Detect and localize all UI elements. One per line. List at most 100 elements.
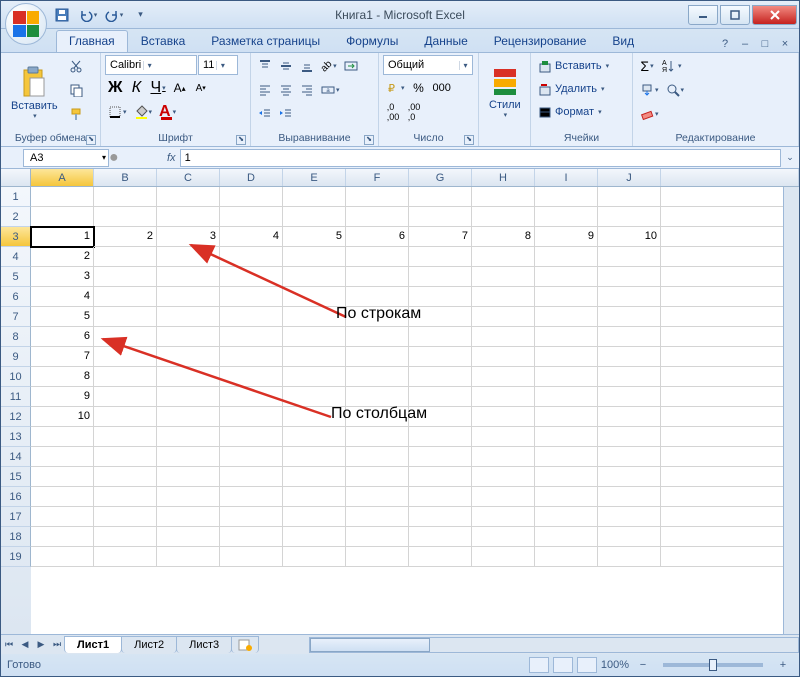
view-page-break-button[interactable] (577, 657, 597, 673)
cell-B14[interactable] (94, 447, 157, 467)
row-header-13[interactable]: 13 (1, 427, 31, 447)
cell-D8[interactable] (220, 327, 283, 347)
copy-button[interactable] (66, 79, 86, 101)
cell-H14[interactable] (472, 447, 535, 467)
cell-G11[interactable] (409, 387, 472, 407)
cell-extra-16[interactable] (661, 487, 799, 507)
cell-I2[interactable] (535, 207, 598, 227)
cell-C8[interactable] (157, 327, 220, 347)
decrease-indent-button[interactable] (255, 103, 275, 125)
row-header-3[interactable]: 3 (1, 227, 31, 247)
shrink-font-button[interactable]: A▾ (191, 77, 211, 99)
sheet-next-icon[interactable]: ▶ (33, 636, 49, 654)
comma-button[interactable]: 000 (430, 77, 454, 99)
cell-A10[interactable]: 8 (31, 367, 94, 387)
cell-G5[interactable] (409, 267, 472, 287)
cell-C4[interactable] (157, 247, 220, 267)
cell-H16[interactable] (472, 487, 535, 507)
cell-F8[interactable] (346, 327, 409, 347)
cell-H17[interactable] (472, 507, 535, 527)
row-header-9[interactable]: 9 (1, 347, 31, 367)
col-header-I[interactable]: I (535, 169, 598, 186)
cell-extra-1[interactable] (661, 187, 799, 207)
cell-C14[interactable] (157, 447, 220, 467)
cell-F6[interactable] (346, 287, 409, 307)
cell-C1[interactable] (157, 187, 220, 207)
cell-F14[interactable] (346, 447, 409, 467)
cell-extra-15[interactable] (661, 467, 799, 487)
cell-B3[interactable]: 2 (94, 227, 157, 247)
cell-E14[interactable] (283, 447, 346, 467)
cell-E13[interactable] (283, 427, 346, 447)
cell-D2[interactable] (220, 207, 283, 227)
cell-I17[interactable] (535, 507, 598, 527)
cell-J7[interactable] (598, 307, 661, 327)
cell-B8[interactable] (94, 327, 157, 347)
cell-D16[interactable] (220, 487, 283, 507)
cell-G15[interactable] (409, 467, 472, 487)
cell-I4[interactable] (535, 247, 598, 267)
cell-J9[interactable] (598, 347, 661, 367)
cell-D4[interactable] (220, 247, 283, 267)
cell-E8[interactable] (283, 327, 346, 347)
tab-review[interactable]: Рецензирование (481, 30, 600, 52)
align-bottom-button[interactable] (297, 55, 317, 77)
cell-D10[interactable] (220, 367, 283, 387)
cell-F18[interactable] (346, 527, 409, 547)
zoom-out-button[interactable]: − (633, 654, 653, 676)
grow-font-button[interactable]: A▴ (170, 77, 190, 99)
cell-J16[interactable] (598, 487, 661, 507)
cell-H2[interactable] (472, 207, 535, 227)
cell-J4[interactable] (598, 247, 661, 267)
col-header-B[interactable]: B (94, 169, 157, 186)
cell-I9[interactable] (535, 347, 598, 367)
cell-H13[interactable] (472, 427, 535, 447)
cell-D11[interactable] (220, 387, 283, 407)
cell-I18[interactable] (535, 527, 598, 547)
col-header-extra[interactable] (661, 169, 799, 186)
cell-C2[interactable] (157, 207, 220, 227)
increase-indent-button[interactable] (276, 103, 296, 125)
cell-I15[interactable] (535, 467, 598, 487)
cell-J3[interactable]: 10 (598, 227, 661, 247)
help-icon[interactable]: ? (717, 36, 733, 52)
cell-D6[interactable] (220, 287, 283, 307)
number-launcher[interactable]: ⬊ (464, 135, 474, 145)
cell-D7[interactable] (220, 307, 283, 327)
cell-C18[interactable] (157, 527, 220, 547)
row-header-4[interactable]: 4 (1, 247, 31, 267)
row-header-17[interactable]: 17 (1, 507, 31, 527)
cell-F2[interactable] (346, 207, 409, 227)
format-painter-button[interactable] (66, 103, 86, 125)
cell-A13[interactable] (31, 427, 94, 447)
cell-A9[interactable]: 7 (31, 347, 94, 367)
cell-J11[interactable] (598, 387, 661, 407)
cell-H19[interactable] (472, 547, 535, 567)
cell-I14[interactable] (535, 447, 598, 467)
number-format-combo[interactable]: Общий▾ (383, 55, 473, 75)
align-right-button[interactable] (297, 79, 317, 101)
increase-decimal-button[interactable]: ,0,00 (383, 101, 403, 123)
cell-D9[interactable] (220, 347, 283, 367)
cell-G18[interactable] (409, 527, 472, 547)
sheet-tab-1[interactable]: Лист1 (64, 636, 122, 653)
cell-I10[interactable] (535, 367, 598, 387)
cell-extra-2[interactable] (661, 207, 799, 227)
cell-I5[interactable] (535, 267, 598, 287)
font-launcher[interactable]: ⬊ (236, 135, 246, 145)
cell-extra-6[interactable] (661, 287, 799, 307)
redo-icon[interactable]: ▾ (103, 4, 125, 26)
cell-G13[interactable] (409, 427, 472, 447)
cell-B7[interactable] (94, 307, 157, 327)
delete-cells-button[interactable]: Удалить▾ (535, 78, 628, 100)
cell-C12[interactable] (157, 407, 220, 427)
cell-G19[interactable] (409, 547, 472, 567)
cell-B16[interactable] (94, 487, 157, 507)
office-button[interactable] (5, 3, 47, 45)
cell-I13[interactable] (535, 427, 598, 447)
qat-customize-icon[interactable]: ▾ (129, 4, 151, 26)
cell-J12[interactable] (598, 407, 661, 427)
cell-A12[interactable]: 10 (31, 407, 94, 427)
minimize-button[interactable] (688, 5, 718, 25)
sheet-tab-2[interactable]: Лист2 (121, 636, 177, 653)
